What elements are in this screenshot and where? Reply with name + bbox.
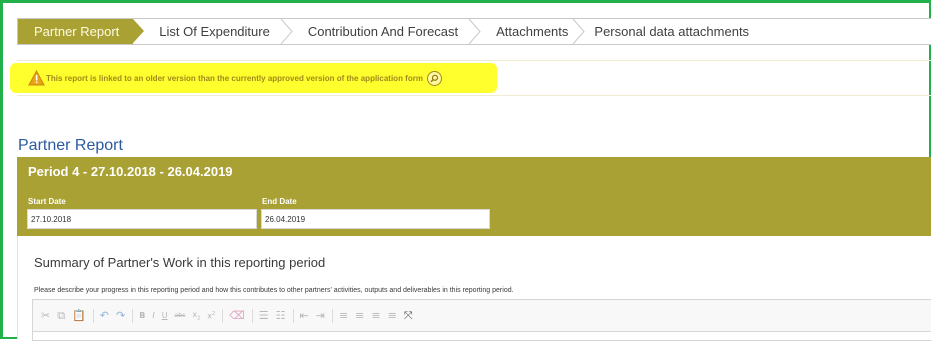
tab-list-of-expenditure[interactable]: List Of Expenditure xyxy=(133,19,282,44)
warning-text: This report is linked to an older versio… xyxy=(46,73,423,83)
summary-description: Please describe your progress in this re… xyxy=(34,287,514,294)
start-date-field[interactable]: 27.10.2018 xyxy=(27,209,257,229)
page-title: Partner Report xyxy=(18,137,123,154)
frame-border-top xyxy=(0,0,931,3)
superscript-icon[interactable]: x2 xyxy=(207,311,215,321)
strikethrough-icon[interactable]: abc xyxy=(175,312,186,319)
paste-text-icon[interactable]: 📋 xyxy=(72,309,86,322)
toolbar-separator xyxy=(222,308,224,323)
frame-border-left xyxy=(0,0,3,339)
period-title: Period 4 - 27.10.2018 - 26.04.2019 xyxy=(28,164,233,179)
redo-icon[interactable]: ↷ xyxy=(116,309,125,322)
outdent-icon[interactable]: ⇤ xyxy=(300,309,309,322)
divider xyxy=(17,95,931,96)
magnifier-info-icon[interactable] xyxy=(426,70,442,86)
divider xyxy=(17,60,931,61)
toolbar-separator xyxy=(92,308,94,323)
toolbar-separator xyxy=(331,308,333,323)
version-warning: This report is linked to an older versio… xyxy=(28,68,442,88)
align-left-icon[interactable]: ≡ xyxy=(339,309,348,322)
tab-label: Contribution And Forecast xyxy=(307,24,459,39)
align-right-icon[interactable]: ≡ xyxy=(371,309,380,322)
justify-icon[interactable]: ≡ xyxy=(388,309,397,322)
period-panel: Period 4 - 27.10.2018 - 26.04.2019 Start… xyxy=(17,157,931,236)
tab-label: Partner Report xyxy=(34,24,120,39)
subscript-icon[interactable]: x2 xyxy=(192,310,200,322)
numbered-list-icon[interactable]: ☰ xyxy=(259,309,269,322)
indent-icon[interactable]: ⇥ xyxy=(316,309,325,322)
cut-icon[interactable]: ✂ xyxy=(41,309,50,322)
summary-title: Summary of Partner's Work in this report… xyxy=(34,255,326,270)
tab-label: Personal data attachments xyxy=(594,24,750,39)
rich-text-editor[interactable]: ✂ ⧉ 📋 ↶ ↷ B I U abc x2 x2 ⌫ ☰ ☷ ⇤ ⇥ ≡ ≡ … xyxy=(32,299,931,341)
copy-icon[interactable]: ⧉ xyxy=(57,309,65,323)
start-date-label: Start Date xyxy=(28,197,66,206)
tab-personal-data-attachments[interactable]: Personal data attachments xyxy=(574,19,761,44)
remove-format-icon[interactable]: ⌫ xyxy=(229,309,245,322)
tab-attachments[interactable]: Attachments xyxy=(470,19,574,44)
tab-partner-report[interactable]: Partner Report xyxy=(18,19,145,44)
toolbar-separator xyxy=(132,308,134,323)
maximize-icon[interactable]: ⤧ xyxy=(404,309,413,323)
end-date-label: End Date xyxy=(262,197,297,206)
warning-triangle-icon xyxy=(28,70,45,86)
tab-label: Attachments xyxy=(496,24,569,39)
underline-icon[interactable]: U xyxy=(162,311,168,320)
tab-contribution-and-forecast[interactable]: Contribution And Forecast xyxy=(282,19,470,44)
toolbar-separator xyxy=(251,308,253,323)
undo-icon[interactable]: ↶ xyxy=(100,309,109,322)
end-date-field[interactable]: 26.04.2019 xyxy=(261,209,490,229)
summary-panel: Summary of Partner's Work in this report… xyxy=(17,236,931,341)
bulleted-list-icon[interactable]: ☷ xyxy=(276,309,286,322)
toolbar-separator xyxy=(292,308,294,323)
tab-label: List Of Expenditure xyxy=(159,24,270,39)
align-center-icon[interactable]: ≡ xyxy=(355,309,364,322)
editor-toolbar: ✂ ⧉ 📋 ↶ ↷ B I U abc x2 x2 ⌫ ☰ ☷ ⇤ ⇥ ≡ ≡ … xyxy=(33,300,931,332)
bold-icon[interactable]: B xyxy=(139,311,145,320)
italic-icon[interactable]: I xyxy=(152,311,154,320)
report-tabs: Partner Report List Of Expenditure Contr… xyxy=(17,18,931,45)
